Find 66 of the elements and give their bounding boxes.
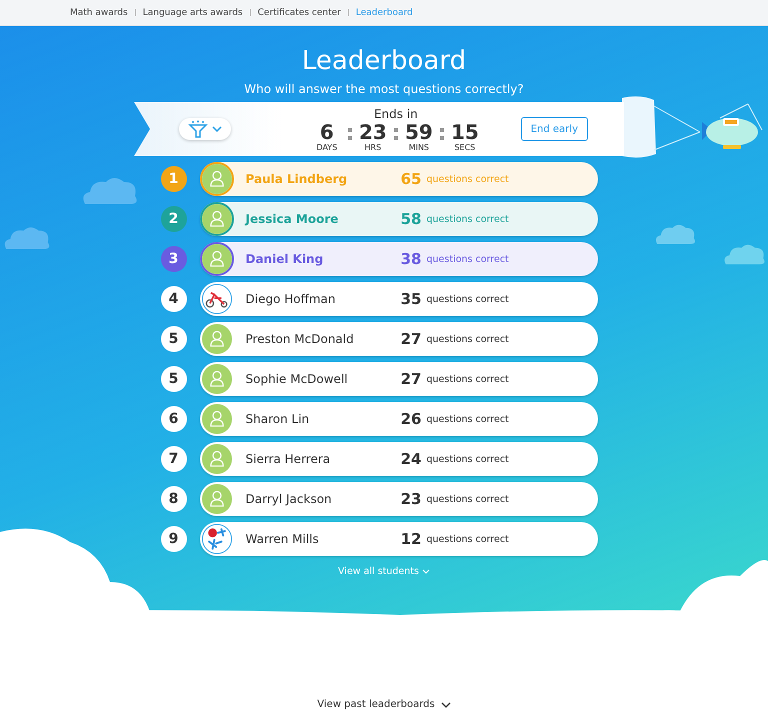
page-title: Leaderboard <box>302 45 466 78</box>
score: 24 <box>400 450 422 468</box>
score: 35 <box>400 290 422 308</box>
rank-badge: 9 <box>160 526 186 552</box>
countdown-value: 59 <box>404 120 433 142</box>
countdown-unit: DAYS <box>316 142 338 152</box>
score: 27 <box>400 370 422 388</box>
colon-icon <box>394 128 398 140</box>
score-label: questions correct <box>426 374 509 384</box>
student-name: Sharon Lin <box>246 412 310 426</box>
countdown-unit: MINS <box>408 142 430 152</box>
score-label: questions correct <box>426 334 509 344</box>
rank-badge: 8 <box>160 486 186 512</box>
score-label: questions correct <box>426 254 509 264</box>
filter-icon <box>188 120 208 138</box>
student-name: Preston McDonald <box>246 332 355 346</box>
colon-icon <box>440 128 444 140</box>
person-icon <box>202 204 232 234</box>
score: 26 <box>400 410 422 428</box>
chevron-down-icon <box>212 126 222 132</box>
filter-button[interactable] <box>179 118 231 140</box>
chevron-down-icon <box>440 702 451 708</box>
student-name: Warren Mills <box>246 532 320 546</box>
countdown-value: 23 <box>358 120 387 142</box>
rank-badge: 4 <box>160 286 186 312</box>
view-past-leaderboards-link[interactable]: View past leaderboards <box>317 699 451 710</box>
rank-badge: 7 <box>160 446 186 472</box>
rank-badge: 1 <box>160 166 186 192</box>
score: 27 <box>400 330 422 348</box>
rank-badge: 5 <box>160 366 186 392</box>
rank-badge: 3 <box>160 246 186 272</box>
countdown-value: 6 <box>320 120 334 142</box>
score: 58 <box>400 210 422 228</box>
student-name: Darryl Jackson <box>246 492 333 506</box>
student-name: Jessica Moore <box>246 212 340 226</box>
score-label: questions correct <box>426 454 509 464</box>
score-label: questions correct <box>426 294 509 304</box>
nav-link[interactable]: Language arts awards <box>142 8 243 18</box>
score: 23 <box>400 490 422 508</box>
countdown-heading: Ends in <box>374 106 418 120</box>
rank-badge: 2 <box>160 206 186 232</box>
countdown-value: 15 <box>450 120 479 142</box>
score-label: questions correct <box>426 414 509 424</box>
score-label: questions correct <box>426 534 509 544</box>
student-name: Sophie McDowell <box>246 372 349 386</box>
score-label: questions correct <box>426 214 509 224</box>
rank-badge: 5 <box>160 326 186 352</box>
countdown-unit: SECS <box>454 142 476 152</box>
countdown-unit: HRS <box>364 142 382 152</box>
student-name: Sierra Herrera <box>246 452 332 466</box>
chevron-down-icon <box>422 569 430 574</box>
subtitle: Who will answer the most questions correctly? <box>244 82 524 96</box>
student-name: Daniel King <box>246 252 324 266</box>
score-label: questions correct <box>426 494 509 504</box>
colon-icon <box>348 128 352 140</box>
score: 12 <box>400 530 422 548</box>
rank-badge: 6 <box>160 406 186 432</box>
nav-link[interactable]: Certificates center <box>258 8 341 18</box>
student-name: Diego Hoffman <box>246 292 337 306</box>
score-label: questions correct <box>426 174 509 184</box>
nav-link[interactable]: Math awards <box>70 8 128 18</box>
person-icon <box>202 244 232 274</box>
score: 65 <box>400 170 422 188</box>
student-name: Paula Lindberg <box>246 172 348 186</box>
score: 38 <box>400 250 422 268</box>
person-icon <box>202 164 232 194</box>
